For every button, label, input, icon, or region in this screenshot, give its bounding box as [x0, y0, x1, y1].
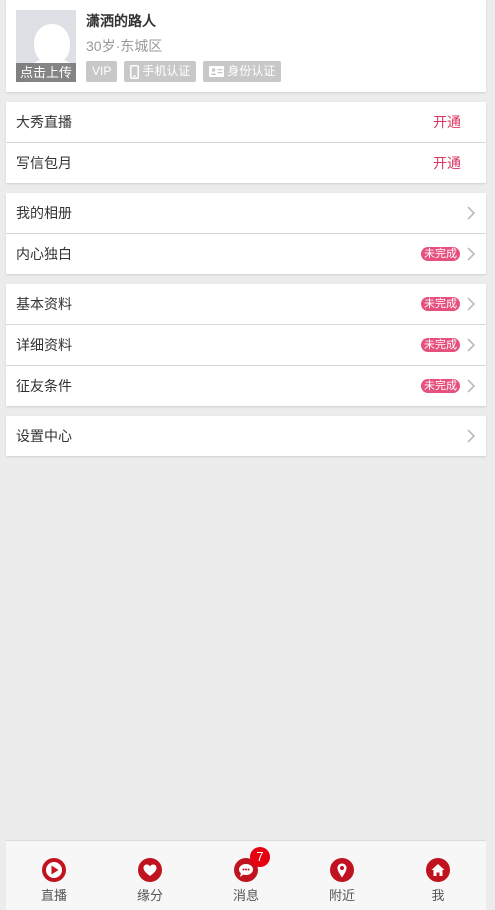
tab-live[interactable]: 直播 — [6, 841, 102, 904]
heart-icon — [138, 858, 162, 882]
row-live-show[interactable]: 大秀直播 开通 — [6, 102, 486, 142]
location-pin-icon — [330, 858, 354, 882]
row-label: 设置中心 — [16, 428, 72, 444]
row-inner-monologue[interactable]: 内心独白 未完成 — [6, 234, 486, 274]
status-badge: 未完成 — [421, 338, 460, 352]
id-verify-badge[interactable]: 身份认证 — [203, 61, 282, 82]
open-live-show-link[interactable]: 开通 — [433, 112, 461, 132]
row-label: 内心独白 — [16, 246, 72, 262]
row-label: 详细资料 — [16, 337, 72, 353]
row-settings-center[interactable]: 设置中心 — [6, 416, 486, 456]
play-icon — [42, 858, 66, 882]
upload-photo-button[interactable]: 点击上传 — [16, 63, 76, 82]
tab-nearby[interactable]: 附近 — [294, 841, 390, 904]
phone-verify-badge[interactable]: 手机认证 — [124, 61, 197, 82]
page: 点击上传 潇洒的路人 30岁·东城区 VIP 手机认证 身份认证 大秀直播 开通… — [6, 0, 486, 456]
tab-label: 我 — [431, 888, 445, 903]
open-letter-monthly-link[interactable]: 开通 — [433, 153, 461, 173]
tab-fate[interactable]: 缘分 — [102, 841, 198, 904]
row-label: 征友条件 — [16, 378, 72, 394]
avatar[interactable]: 点击上传 — [16, 10, 76, 82]
status-badge: 未完成 — [421, 297, 460, 311]
row-label: 我的相册 — [16, 205, 72, 221]
chevron-right-icon — [467, 338, 476, 352]
home-icon — [426, 858, 450, 882]
chevron-right-icon — [467, 379, 476, 393]
album-group: 我的相册 内心独白 未完成 — [6, 193, 486, 274]
id-card-icon — [209, 66, 225, 77]
tab-label: 消息 — [232, 888, 259, 903]
chevron-right-icon — [467, 206, 476, 220]
row-label: 写信包月 — [16, 155, 72, 171]
info-group: 基本资料 未完成 详细资料 未完成 征友条件 未完成 — [6, 284, 486, 406]
tab-messages[interactable]: 7 消息 — [198, 841, 294, 904]
vip-badge[interactable]: VIP — [86, 61, 118, 82]
user-age-location: 30岁·东城区 — [86, 38, 163, 54]
settings-group: 设置中心 — [6, 416, 486, 456]
chevron-right-icon — [467, 429, 476, 443]
vip-group: 大秀直播 开通 写信包月 开通 — [6, 102, 486, 183]
phone-icon — [130, 64, 140, 79]
verification-badges: VIP 手机认证 身份认证 — [86, 61, 282, 82]
chevron-right-icon — [467, 247, 476, 261]
row-label: 基本资料 — [16, 296, 72, 312]
row-detailed-info[interactable]: 详细资料 未完成 — [6, 325, 486, 365]
status-badge: 未完成 — [421, 379, 460, 393]
row-label: 大秀直播 — [16, 114, 72, 130]
row-my-album[interactable]: 我的相册 — [6, 193, 486, 233]
tab-label: 直播 — [40, 888, 67, 903]
unread-count-badge: 7 — [250, 847, 270, 867]
user-name: 潇洒的路人 — [86, 13, 156, 29]
row-letter-monthly[interactable]: 写信包月 开通 — [6, 143, 486, 183]
row-basic-info[interactable]: 基本资料 未完成 — [6, 284, 486, 324]
profile-card: 点击上传 潇洒的路人 30岁·东城区 VIP 手机认证 身份认证 — [6, 0, 486, 92]
row-partner-criteria[interactable]: 征友条件 未完成 — [6, 366, 486, 406]
tab-me[interactable]: 我 — [390, 841, 486, 904]
bottom-tab-bar: 直播 缘分 7 消息 附近 我 — [6, 840, 486, 910]
chevron-right-icon — [467, 297, 476, 311]
tab-label: 缘分 — [136, 888, 163, 903]
status-badge: 未完成 — [421, 247, 460, 261]
tab-label: 附近 — [328, 888, 355, 903]
